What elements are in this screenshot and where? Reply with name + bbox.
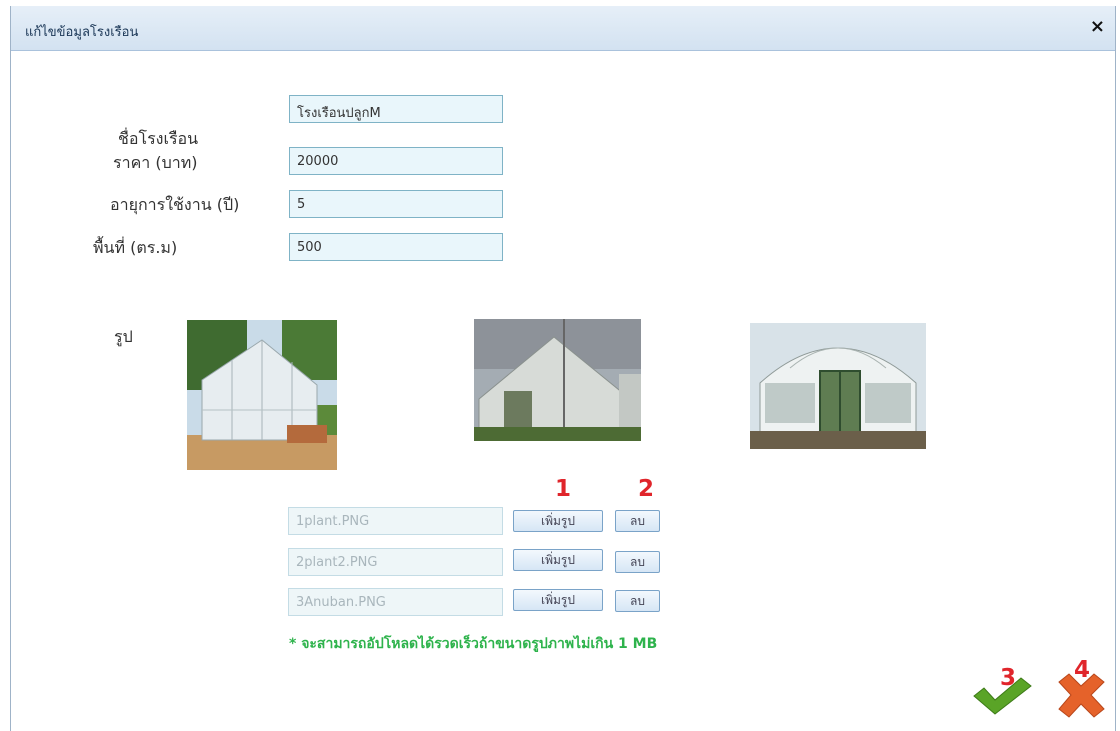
delete-image-button[interactable]: ลบ xyxy=(615,590,660,612)
add-image-button[interactable]: เพิ่มรูป xyxy=(513,589,603,611)
delete-image-button[interactable]: ลบ xyxy=(615,551,660,573)
upload-size-note: * จะสามารถอัปโหลดได้รวดเร็วถ้าขนาดรูปภาพ… xyxy=(289,636,658,652)
file-field[interactable]: 2plant2.PNG xyxy=(288,548,503,576)
file-field[interactable]: 3Anuban.PNG xyxy=(288,588,503,616)
price-label: ราคา (บาท) xyxy=(113,153,198,172)
x-icon[interactable] xyxy=(1055,672,1108,719)
greenhouse-photo-2 xyxy=(474,319,641,441)
delete-image-button[interactable]: ลบ xyxy=(615,510,660,532)
price-field[interactable]: 20000 xyxy=(289,147,503,175)
file-field[interactable]: 1plant.PNG xyxy=(288,507,503,535)
name-label: ชื่อโรงเรือน xyxy=(118,129,199,148)
marker-1: 1 xyxy=(555,476,572,502)
dialog-titlebar: แก้ไขข้อมูลโรงเรือน × xyxy=(11,6,1115,51)
dialog-title: แก้ไขข้อมูลโรงเรือน xyxy=(25,25,139,40)
marker-2: 2 xyxy=(638,476,655,502)
greenhouse-photo-1 xyxy=(187,320,337,470)
name-field[interactable]: โรงเรือนปลูกM xyxy=(289,95,503,123)
lifetime-label: อายุการใช้งาน (ปี) xyxy=(110,195,240,214)
area-field[interactable]: 500 xyxy=(289,233,503,261)
lifetime-field[interactable]: 5 xyxy=(289,190,503,218)
add-image-button[interactable]: เพิ่มรูป xyxy=(513,510,603,532)
close-icon[interactable]: × xyxy=(1090,16,1105,37)
area-label: พื้นที่ (ตร.ม) xyxy=(93,238,178,257)
image-label: รูป xyxy=(114,327,133,346)
add-image-button[interactable]: เพิ่มรูป xyxy=(513,549,603,571)
checkmark-icon[interactable] xyxy=(971,676,1033,716)
greenhouse-photo-3 xyxy=(750,323,926,449)
